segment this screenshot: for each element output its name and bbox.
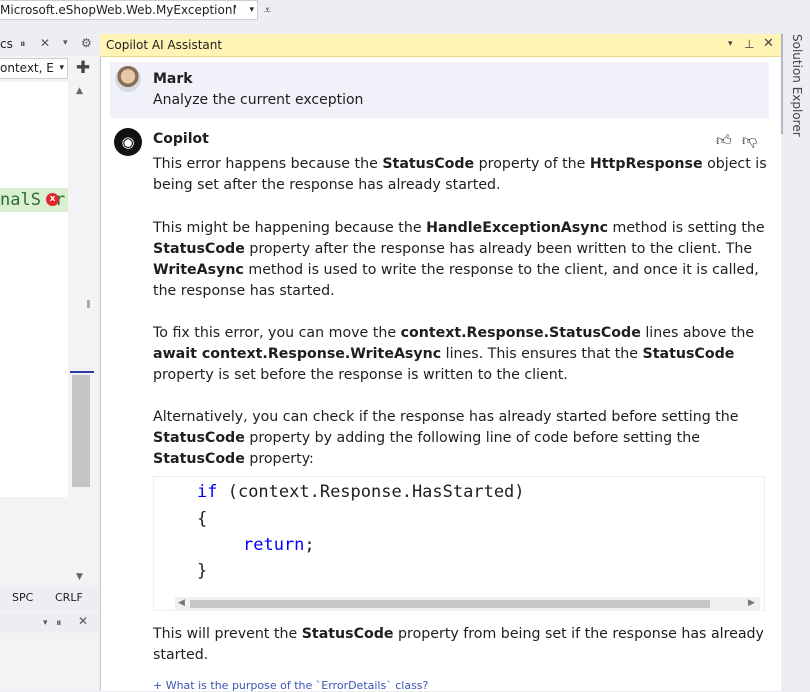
response-paragraph-1: This error happens because the StatusCod…: [153, 156, 767, 193]
pin-icon[interactable]: ⏸: [56, 616, 62, 630]
scroll-down-arrow-icon[interactable]: ▼: [76, 572, 83, 582]
scrollbar-thumb[interactable]: [72, 375, 90, 487]
response-paragraph-5: This will prevent the StatusCode propert…: [153, 626, 764, 663]
chevron-down-icon: ▾: [59, 63, 64, 73]
solution-explorer-label: Solution Explorer: [790, 34, 804, 137]
vertical-scrollbar[interactable]: [70, 82, 92, 587]
thumbs-up-icon[interactable]: 👍︎: [716, 131, 732, 150]
scrollbar-thumb[interactable]: [190, 600, 710, 608]
code-line-3: return;: [243, 535, 315, 555]
code-line-2: {: [197, 509, 208, 529]
chevron-down-icon[interactable]: ▾: [43, 618, 48, 628]
pin-icon[interactable]: ⊥: [744, 37, 754, 51]
close-icon[interactable]: ✕: [763, 36, 774, 51]
member-combo[interactable]: ontext, E ▾: [0, 58, 68, 79]
member-combo-value: ontext, E: [0, 61, 54, 75]
pin-icon[interactable]: ⏸: [20, 37, 26, 51]
code-line-1: if (context.Response.HasStarted): [197, 482, 525, 502]
response-paragraph-3: To fix this error, you can move the cont…: [153, 325, 755, 383]
chevron-down-icon: ▾: [249, 5, 254, 15]
line-ending-status[interactable]: CRLF: [55, 591, 83, 604]
response-paragraph-4: Alternatively, you can check if the resp…: [153, 409, 739, 467]
chevron-down-icon[interactable]: ▾: [728, 39, 733, 49]
scroll-left-arrow-icon[interactable]: ◀: [178, 598, 185, 608]
assistant-name: Copilot: [153, 131, 209, 147]
avatar: [115, 66, 141, 92]
response-paragraph-2: This might be happening because the Hand…: [153, 220, 765, 299]
user-name: Mark: [153, 71, 193, 87]
startup-project-value: Microsoft.eShopWeb.Web.MyExceptionMi: [0, 3, 236, 17]
close-icon[interactable]: ✕: [78, 614, 88, 628]
code-fragment-text: nalS: [0, 190, 41, 210]
active-tab-indicator: [781, 34, 783, 134]
follow-up-suggestion-link[interactable]: + What is the purpose of the `ErrorDetai…: [153, 679, 428, 692]
user-message-text: Analyze the current exception: [153, 92, 364, 108]
chevron-down-icon[interactable]: ▾: [63, 38, 68, 48]
robot-icon: ◉: [114, 128, 142, 156]
splitter-handle[interactable]: [87, 300, 90, 308]
indentation-status[interactable]: SPC: [12, 591, 33, 604]
gear-icon[interactable]: ⚙: [81, 36, 92, 50]
error-icon: x: [46, 193, 59, 206]
code-editor[interactable]: [0, 82, 68, 497]
startup-project-combo[interactable]: Microsoft.eShopWeb.Web.MyExceptionMi ▾: [0, 0, 258, 20]
code-line-4: }: [197, 561, 208, 581]
left-panel-tab-title[interactable]: cs: [0, 37, 13, 51]
scroll-position-marker: [70, 371, 94, 373]
thumbs-down-icon[interactable]: 👎︎: [742, 131, 757, 150]
close-icon[interactable]: ✕: [40, 36, 50, 50]
add-icon[interactable]: ✚: [72, 57, 94, 79]
toolbar-overflow-icon[interactable]: ⩡: [264, 3, 271, 18]
user-message: [110, 62, 769, 118]
panel-title: Copilot AI Assistant: [106, 38, 223, 52]
scroll-up-arrow-icon[interactable]: ▲: [76, 86, 83, 96]
scroll-right-arrow-icon[interactable]: ▶: [748, 598, 755, 608]
